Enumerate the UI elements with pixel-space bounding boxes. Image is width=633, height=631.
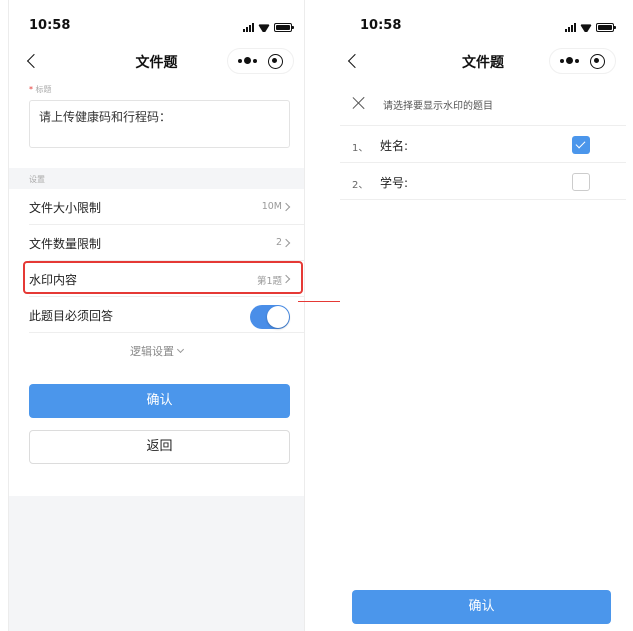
signal-icon — [565, 22, 576, 32]
close-target-icon[interactable] — [268, 54, 283, 69]
highlight-annotation — [23, 261, 303, 294]
phone-screen-settings: 10:58 文件题 * 标题 请上传健康码和行程码： 设置 文件大小限制 10M… — [8, 0, 305, 631]
wifi-icon — [580, 22, 592, 32]
wifi-icon — [258, 22, 270, 32]
status-icons — [243, 20, 294, 32]
option-row[interactable]: 2、 学号: — [340, 164, 626, 200]
sheet-header: 请选择要显示水印的题目 — [340, 88, 626, 126]
row-required-answer: 此题目必须回答 — [29, 297, 304, 333]
back-button[interactable]: 返回 — [29, 430, 290, 464]
option-row[interactable]: 1、 姓名: — [340, 127, 626, 163]
title-label-text: 标题 — [35, 85, 52, 94]
confirm-button[interactable]: 确认 — [352, 590, 611, 624]
chevron-right-icon — [281, 238, 291, 248]
close-icon[interactable] — [352, 96, 366, 110]
status-time: 10:58 — [360, 18, 402, 33]
more-icon[interactable] — [560, 57, 580, 65]
required-toggle[interactable] — [250, 305, 290, 329]
miniprogram-capsule — [549, 48, 616, 74]
battery-icon — [274, 23, 294, 32]
checkbox-unchecked[interactable] — [572, 173, 590, 191]
section-divider — [9, 168, 304, 189]
title-field-label: * 标题 — [29, 84, 52, 95]
option-number: 2、 — [352, 180, 369, 191]
nav-bar: 文件题 — [9, 46, 304, 80]
logic-settings-label: 逻辑设置 — [130, 345, 174, 358]
annotation-arrow-icon — [298, 296, 347, 306]
logic-settings-link[interactable]: 逻辑设置 — [9, 343, 304, 359]
title-input[interactable]: 请上传健康码和行程码： — [29, 100, 290, 148]
nav-bar: 文件题 — [340, 46, 626, 80]
page-background — [9, 496, 304, 631]
option-label: 学号: — [380, 176, 409, 190]
section-label: 设置 — [29, 175, 45, 184]
confirm-button[interactable]: 确认 — [29, 384, 290, 418]
row-label: 文件数量限制 — [29, 237, 102, 251]
status-bar: 10:58 — [340, 0, 626, 46]
option-number: 1、 — [352, 143, 369, 154]
phone-screen-watermark-picker: 10:58 文件题 请选择要显示水印的题目 1、 姓名: 2、 学号: 确认 — [340, 0, 626, 631]
row-label: 文件大小限制 — [29, 201, 102, 215]
row-file-size-limit[interactable]: 文件大小限制 10M — [29, 189, 304, 225]
more-icon[interactable] — [238, 57, 258, 65]
miniprogram-capsule — [227, 48, 294, 74]
chevron-right-icon — [281, 202, 291, 212]
row-file-count-limit[interactable]: 文件数量限制 2 — [29, 225, 304, 261]
row-label: 此题目必须回答 — [29, 309, 114, 323]
status-time: 10:58 — [29, 18, 71, 33]
toggle-knob — [267, 306, 289, 328]
row-value: 10M — [261, 201, 282, 212]
battery-icon — [596, 23, 616, 32]
close-target-icon[interactable] — [590, 54, 605, 69]
option-label: 姓名: — [380, 139, 409, 153]
status-icons — [565, 20, 616, 32]
sheet-title: 请选择要显示水印的题目 — [383, 101, 493, 112]
required-star: * — [29, 85, 33, 94]
checkbox-checked[interactable] — [572, 136, 590, 154]
status-bar: 10:58 — [9, 0, 304, 46]
signal-icon — [243, 22, 254, 32]
chevron-down-icon — [176, 345, 185, 354]
